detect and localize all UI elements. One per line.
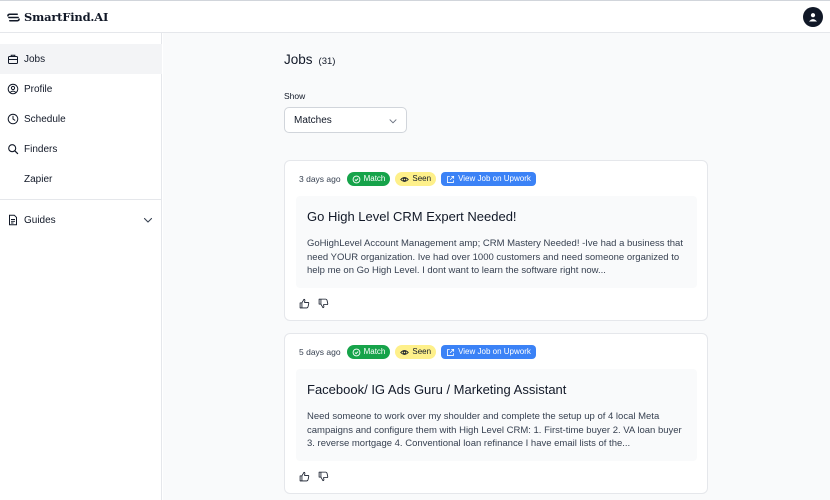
document-icon (9, 214, 17, 226)
feedback-actions (299, 471, 329, 482)
view-on-upwork-button[interactable]: View Job on Upwork (441, 172, 536, 186)
job-description: Need someone to work over my shoulder an… (307, 411, 682, 449)
job-title: Go High Level CRM Expert Needed! (307, 209, 517, 224)
filter-label: Show (284, 91, 306, 101)
thumbs-down-icon[interactable] (318, 471, 329, 482)
sidebar-item-schedule[interactable]: Schedule (0, 104, 162, 134)
job-description: GoHighLevel Account Management amp; CRM … (307, 238, 683, 276)
sidebar-item-guides[interactable]: Guides (0, 205, 162, 235)
brand-name: SmartFind.AI (24, 10, 109, 24)
thumbs-up-icon[interactable] (299, 298, 310, 309)
job-card: 3 days ago Match Seen View Job on Upwork… (284, 160, 708, 321)
sidebar-item-jobs[interactable]: Jobs (0, 44, 162, 74)
seen-badge-label: Seen (412, 174, 432, 183)
thumbs-up-icon[interactable] (299, 471, 310, 482)
seen-badge-label: Seen (412, 347, 432, 356)
posted-time: 5 days ago (299, 347, 341, 357)
chevron-down-icon (389, 119, 397, 124)
sidebar-item-label: Profile (24, 83, 53, 95)
show-filter-value: Matches (294, 115, 332, 126)
sidebar-item-label: Finders (24, 143, 58, 155)
eye-icon (400, 176, 410, 182)
eye-icon (400, 349, 410, 355)
smartfind-logo-icon (7, 13, 20, 21)
search-icon (8, 144, 19, 155)
brand-logo[interactable]: SmartFind.AI (7, 10, 108, 24)
match-badge-label: Match (363, 174, 386, 183)
thumbs-down-icon[interactable] (318, 298, 329, 309)
job-meta: 3 days ago Match Seen View Job on Upwork (299, 172, 536, 186)
job-card: 5 days ago Match Seen View Job on Upwork… (284, 333, 708, 494)
job-meta: 5 days ago Match Seen View Job on Upwork (299, 345, 536, 359)
sidebar-item-label: Zapier (24, 173, 53, 185)
posted-time: 3 days ago (299, 174, 341, 184)
user-avatar-button[interactable] (803, 7, 823, 27)
jobs-count: (31) (318, 56, 336, 67)
sidebar-divider (0, 199, 162, 200)
view-on-upwork-label: View Job on Upwork (458, 174, 531, 183)
main-content: Jobs (31) Show Matches 3 days ago Match … (163, 33, 830, 500)
sidebar: Jobs Profile Schedule Finders Zapier Gui… (0, 33, 162, 500)
page-title: Jobs (284, 52, 313, 67)
check-circle-icon (352, 348, 360, 356)
sidebar-item-profile[interactable]: Profile (0, 74, 162, 104)
match-badge-label: Match (363, 347, 386, 356)
seen-badge: Seen (395, 172, 437, 186)
top-bar: SmartFind.AI (0, 0, 830, 33)
view-on-upwork-button[interactable]: View Job on Upwork (441, 345, 536, 359)
match-badge: Match (346, 345, 391, 359)
match-badge: Match (346, 172, 391, 186)
external-link-icon (447, 175, 455, 183)
sidebar-item-label: Guides (24, 214, 56, 226)
sidebar-item-label: Schedule (24, 113, 66, 125)
clock-icon (7, 113, 19, 125)
sidebar-item-zapier[interactable]: Zapier (0, 164, 162, 194)
user-avatar-icon (809, 13, 817, 22)
sidebar-item-finders[interactable]: Finders (0, 134, 162, 164)
check-circle-icon (352, 175, 360, 183)
feedback-actions (299, 298, 329, 309)
chevron-down-icon[interactable] (143, 215, 153, 225)
job-body[interactable]: Go High Level CRM Expert Needed! GoHighL… (296, 196, 697, 288)
show-filter-select[interactable]: Matches (284, 107, 407, 133)
sidebar-item-label: Jobs (24, 53, 46, 65)
user-circle-icon (7, 83, 19, 95)
external-link-icon (447, 348, 455, 356)
job-title: Facebook/ IG Ads Guru / Marketing Assist… (307, 382, 567, 397)
seen-badge: Seen (395, 345, 437, 359)
briefcase-icon (8, 54, 18, 64)
job-body[interactable]: Facebook/ IG Ads Guru / Marketing Assist… (296, 369, 697, 461)
page-header: Jobs (31) (284, 52, 335, 67)
view-on-upwork-label: View Job on Upwork (458, 347, 531, 356)
